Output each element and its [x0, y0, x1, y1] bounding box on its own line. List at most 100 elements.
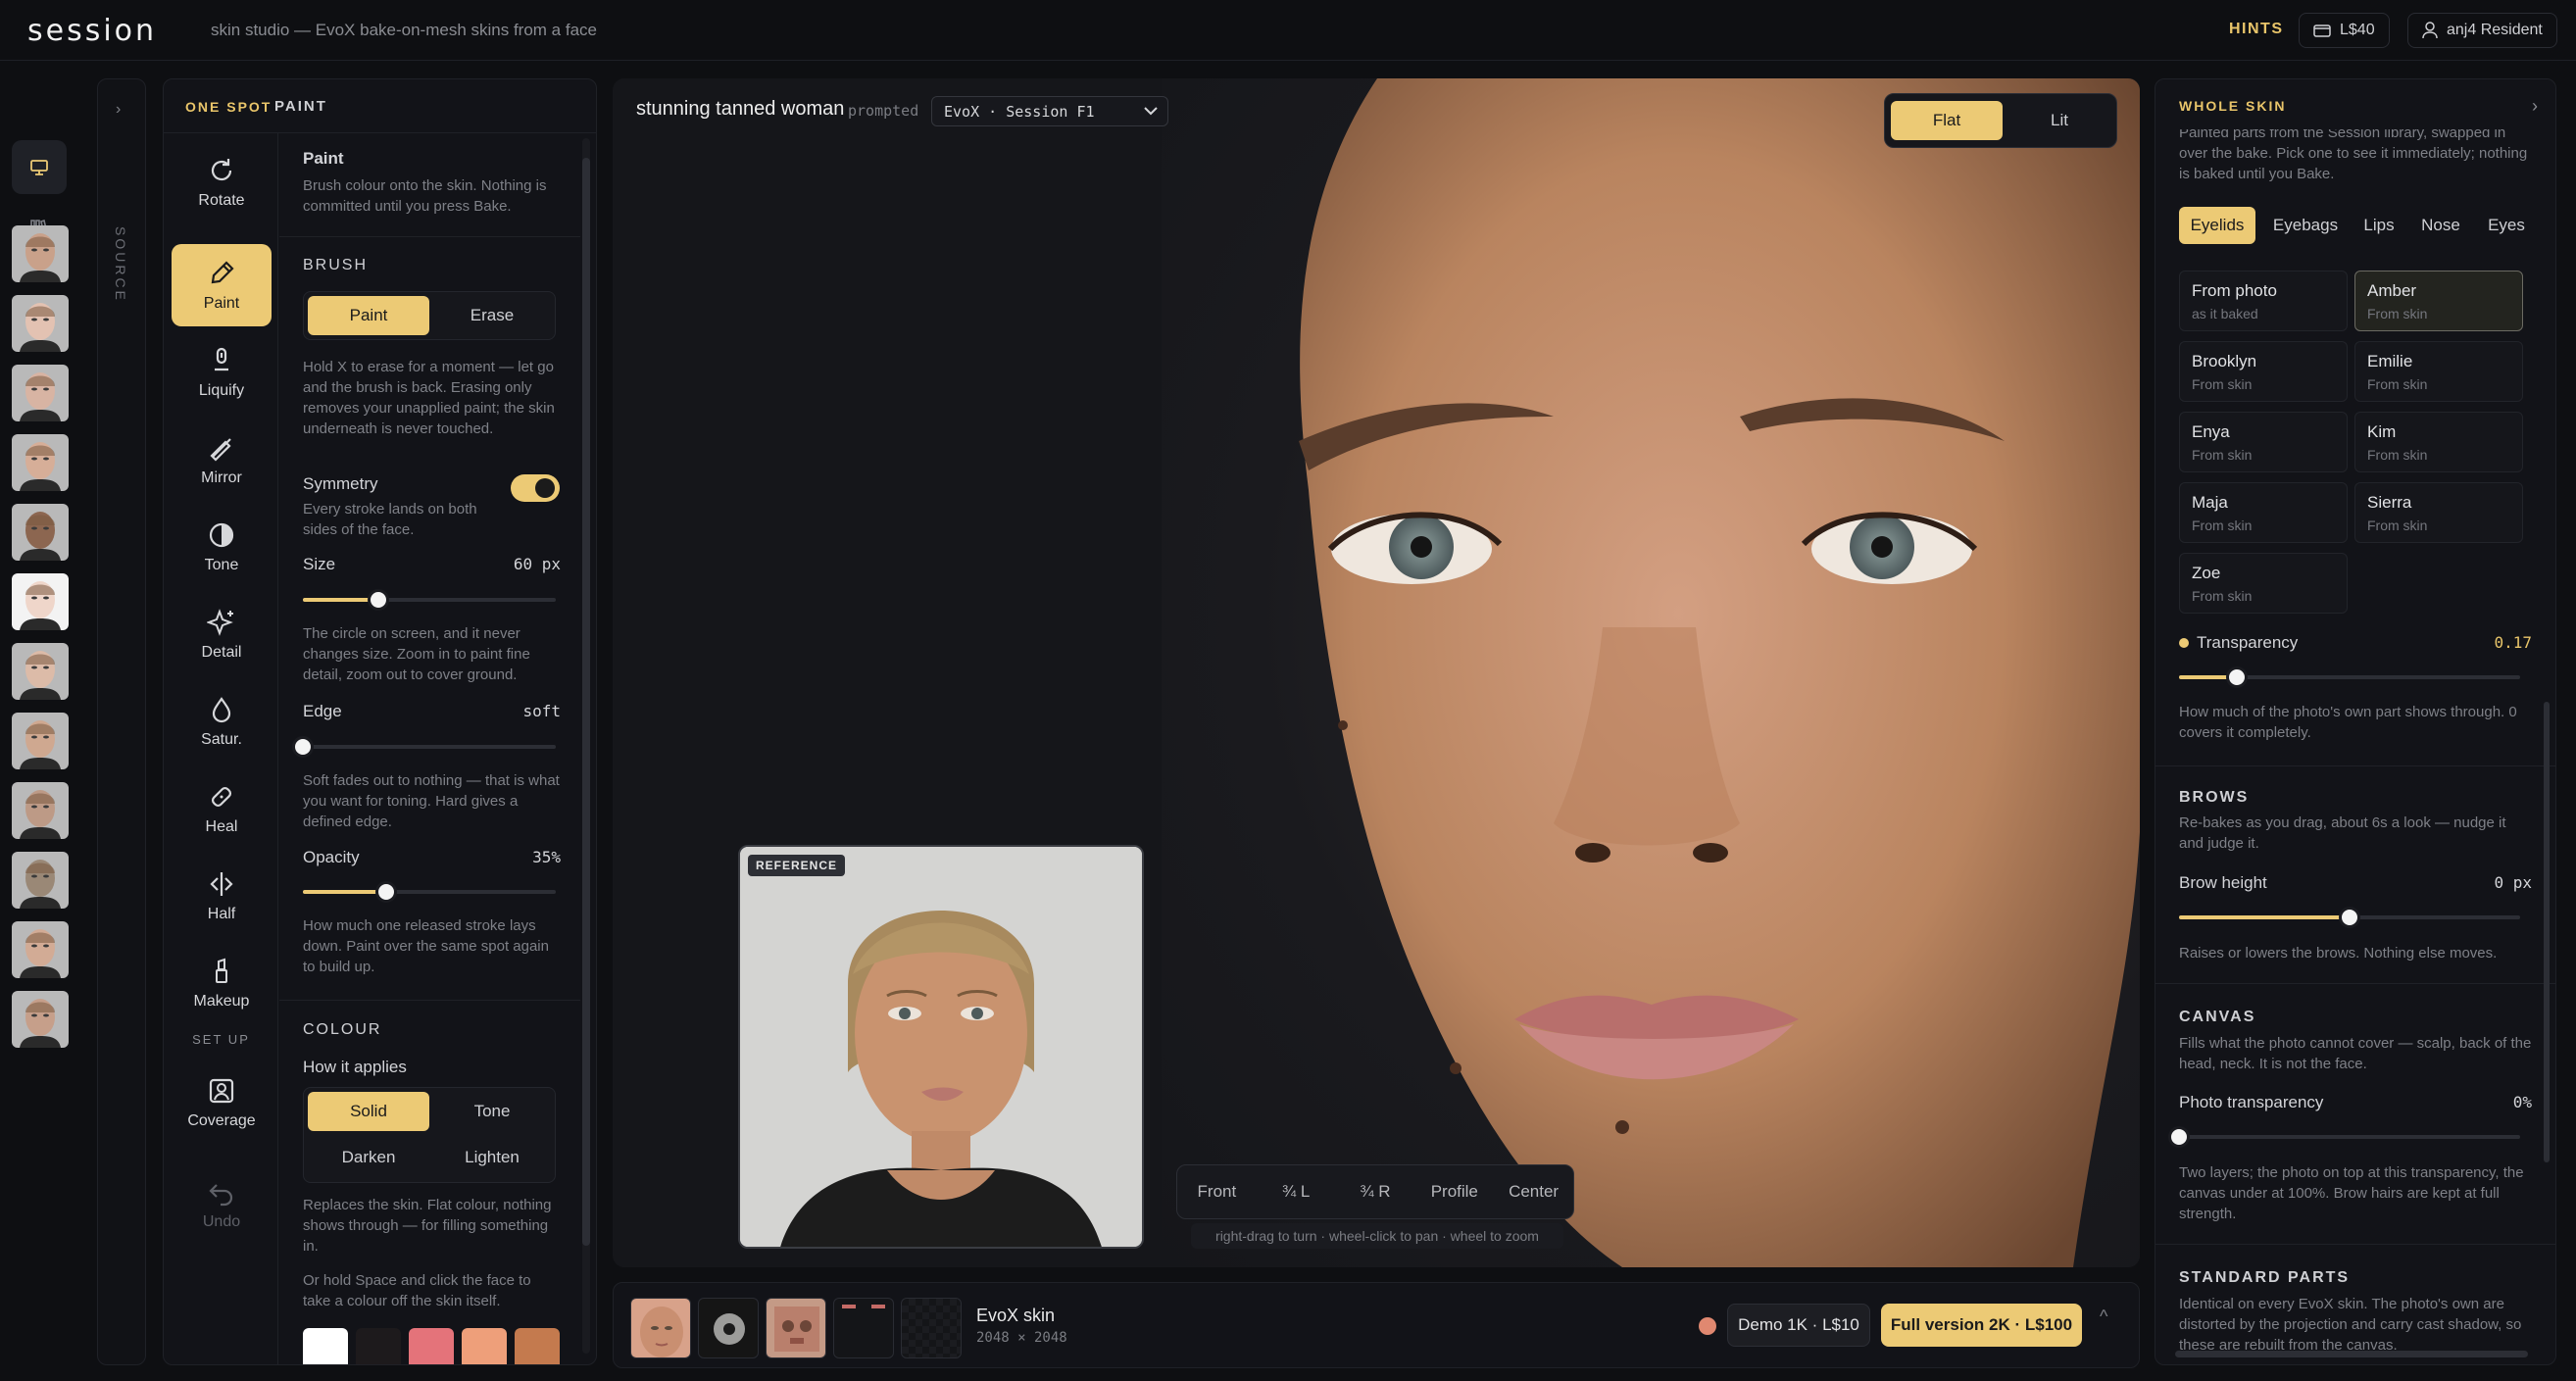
photo-transparency-value: 0%: [2512, 1093, 2532, 1111]
swatch-peach[interactable]: [462, 1328, 507, 1364]
balance-pill[interactable]: L$40: [2299, 13, 2390, 48]
hints-toggle[interactable]: HINTS: [2229, 21, 2284, 38]
session-thumbnail[interactable]: [12, 643, 69, 700]
tool-saturation[interactable]: Satur.: [172, 680, 272, 763]
texture-thumb-teeth[interactable]: [833, 1298, 894, 1358]
tool-rotate[interactable]: Rotate: [172, 141, 272, 223]
tab-eyebags[interactable]: Eyebags: [2265, 207, 2346, 244]
part-card[interactable]: Brooklyn From skin: [2179, 341, 2348, 402]
apply-tone-button[interactable]: Tone: [431, 1092, 553, 1131]
session-thumbnail[interactable]: [12, 852, 69, 909]
part-card[interactable]: From photo as it baked: [2179, 271, 2348, 331]
session-thumbnail[interactable]: [12, 713, 69, 769]
camera-three-quarter-left-button[interactable]: ¾ L: [1257, 1182, 1336, 1202]
symmetry-toggle[interactable]: [511, 474, 560, 502]
reference-photo[interactable]: REFERENCE: [738, 845, 1144, 1249]
swatch-white[interactable]: [303, 1328, 348, 1364]
session-thumbnail[interactable]: [12, 225, 69, 282]
transparency-help: How much of the photo's own part shows t…: [2179, 704, 2517, 741]
edge-slider[interactable]: [292, 736, 556, 758]
session-thumbnail[interactable]: [12, 921, 69, 978]
part-card-selected[interactable]: Amber From skin: [2354, 271, 2523, 331]
top-bar: session skin studio — EvoX bake-on-mesh …: [0, 0, 2576, 61]
tool-liquify[interactable]: Liquify: [172, 331, 272, 414]
opacity-slider[interactable]: [303, 881, 556, 903]
photo-transparency-slider[interactable]: [2168, 1126, 2520, 1148]
horizontal-scrollbar[interactable]: [2175, 1351, 2528, 1357]
part-card[interactable]: Enya From skin: [2179, 412, 2348, 472]
session-thumbnail[interactable]: [12, 295, 69, 352]
tab-eyelids[interactable]: Eyelids: [2179, 207, 2255, 244]
camera-profile-button[interactable]: Profile: [1414, 1182, 1494, 1202]
apply-solid-button[interactable]: Solid: [308, 1092, 429, 1131]
session-thumbnail[interactable]: [12, 365, 69, 421]
shading-lit-button[interactable]: Lit: [2006, 101, 2112, 140]
app-logo[interactable]: session: [27, 14, 157, 48]
session-thumbnail[interactable]: [12, 434, 69, 491]
part-card[interactable]: Zoe From skin: [2179, 553, 2348, 614]
chevron-right-icon[interactable]: ›: [2532, 96, 2538, 117]
part-card[interactable]: Emilie From skin: [2354, 341, 2523, 402]
slider-knob[interactable]: [2339, 907, 2360, 928]
app-tagline: skin studio — EvoX bake-on-mesh skins fr…: [211, 21, 597, 39]
tool-coverage[interactable]: Coverage: [172, 1061, 272, 1144]
demo-purchase-button[interactable]: Demo 1K · L$10: [1727, 1304, 1870, 1347]
camera-center-button[interactable]: Center: [1494, 1182, 1573, 1202]
slider-knob[interactable]: [2226, 666, 2249, 688]
shading-flat-button[interactable]: Flat: [1891, 101, 2003, 140]
slider-knob[interactable]: [375, 881, 398, 903]
slider-knob[interactable]: [368, 589, 390, 611]
chevron-right-icon[interactable]: ›: [116, 101, 121, 119]
monitor-icon-button[interactable]: [12, 140, 67, 194]
model-select[interactable]: EvoX · Session F1: [931, 96, 1168, 126]
tool-tone[interactable]: Tone: [172, 506, 272, 588]
face-render[interactable]: [1162, 78, 2140, 1267]
tool-detail[interactable]: Detail: [172, 593, 272, 675]
rotate-icon: [211, 158, 232, 180]
slider-knob[interactable]: [292, 736, 314, 758]
apply-darken-button[interactable]: Darken: [308, 1138, 429, 1177]
part-card[interactable]: Maja From skin: [2179, 482, 2348, 543]
source-strip[interactable]: › SOURCE: [97, 78, 146, 1365]
texture-thumb-eye[interactable]: [698, 1298, 759, 1358]
tab-nose[interactable]: Nose: [2412, 207, 2469, 244]
texture-thumb-empty[interactable]: [901, 1298, 962, 1358]
session-thumbnail[interactable]: [12, 573, 69, 630]
undo-button[interactable]: Undo: [172, 1162, 272, 1245]
settings-scrollbar[interactable]: [582, 138, 590, 1354]
tool-makeup[interactable]: Makeup: [172, 942, 272, 1024]
swatch-black[interactable]: [356, 1328, 401, 1364]
slider-knob[interactable]: [2168, 1126, 2190, 1148]
camera-three-quarter-right-button[interactable]: ¾ R: [1336, 1182, 1415, 1202]
tool-half[interactable]: Half: [172, 855, 272, 937]
panel-scrollbar[interactable]: [2544, 702, 2550, 1162]
transparency-slider[interactable]: [2179, 666, 2520, 688]
part-card[interactable]: Sierra From skin: [2354, 482, 2523, 543]
session-thumbnail[interactable]: [12, 504, 69, 561]
tool-heal[interactable]: Heal: [172, 767, 272, 850]
part-card[interactable]: Kim From skin: [2354, 412, 2523, 472]
user-menu[interactable]: anj4 Resident: [2407, 13, 2557, 48]
swatch-pink[interactable]: [409, 1328, 454, 1364]
tool-paint[interactable]: Paint: [172, 244, 272, 326]
swatch-tan[interactable]: [515, 1328, 560, 1364]
mode-paint-button[interactable]: Paint: [308, 296, 429, 335]
3d-viewport[interactable]: stunning tanned woman prompted EvoX · Se…: [613, 78, 2140, 1267]
tab-eyes[interactable]: Eyes: [2479, 207, 2534, 244]
tool-label: Tone: [204, 556, 239, 573]
apply-lighten-button[interactable]: Lighten: [431, 1138, 553, 1177]
size-slider[interactable]: [303, 589, 556, 611]
camera-front-button[interactable]: Front: [1177, 1182, 1257, 1202]
tab-lips[interactable]: Lips: [2355, 207, 2403, 244]
session-thumbnail[interactable]: [12, 782, 69, 839]
tone-icon: [209, 522, 234, 547]
tool-mirror[interactable]: Mirror: [172, 419, 272, 501]
texture-thumb-head[interactable]: [766, 1298, 826, 1358]
texture-thumb-face[interactable]: [630, 1298, 691, 1358]
chevron-up-icon[interactable]: ^: [2100, 1307, 2107, 1327]
mode-erase-button[interactable]: Erase: [431, 296, 553, 335]
session-thumbnail[interactable]: [12, 991, 69, 1048]
brow-height-slider[interactable]: [2179, 907, 2520, 928]
full-purchase-button[interactable]: Full version 2K · L$100: [1881, 1304, 2082, 1347]
part-tabs: Eyelids Eyebags Lips Nose Eyes: [2179, 203, 2547, 248]
